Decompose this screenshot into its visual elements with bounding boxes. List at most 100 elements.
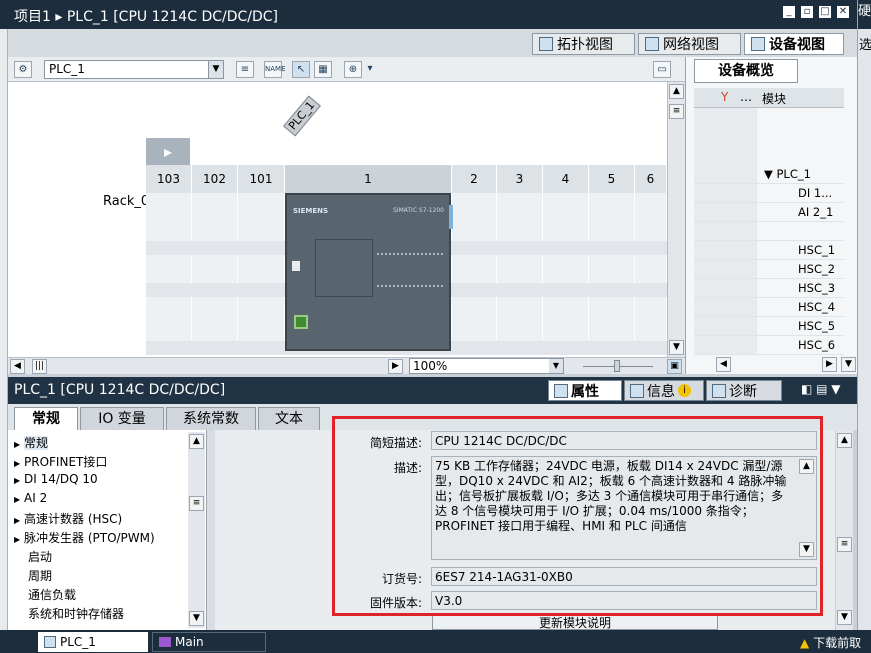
expand-icon[interactable]: ▶ bbox=[14, 440, 24, 449]
editor-tab-main[interactable]: Main bbox=[152, 632, 266, 652]
module-name: HSC_1 bbox=[798, 243, 836, 257]
panel-layout-icon[interactable]: ◧ ▤ ▼ bbox=[801, 382, 841, 396]
scroll-menu-icon[interactable]: ≡ bbox=[669, 104, 684, 119]
chevron-down-icon[interactable]: ▼ bbox=[549, 359, 563, 373]
nav-item-cycle[interactable]: 周期 bbox=[28, 567, 52, 584]
zoom-slider-thumb[interactable] bbox=[614, 360, 620, 372]
zoom-icon[interactable]: ⊕ bbox=[344, 61, 362, 78]
table-row[interactable]: HSC_4 bbox=[694, 298, 844, 317]
nav-scrollbar[interactable]: ▲ ≡ ▼ bbox=[188, 432, 205, 628]
table-row[interactable]: AI 2_1 bbox=[694, 203, 844, 222]
subtab-io-tags[interactable]: IO 变量 bbox=[80, 407, 164, 431]
nav-item-profinet[interactable]: ▶ PROFINET接口 bbox=[14, 453, 107, 470]
tab-diagnostics[interactable]: 诊断 bbox=[706, 380, 782, 401]
expand-rack-arrow-icon[interactable]: ▸ bbox=[146, 138, 190, 165]
table-row[interactable]: HSC_3 bbox=[694, 279, 844, 298]
table-row[interactable]: HSC_2 bbox=[694, 260, 844, 279]
filter-icon[interactable]: Y bbox=[721, 90, 728, 104]
table-row[interactable]: HSC_1 bbox=[694, 241, 844, 260]
scroll-right-icon[interactable]: ▶ bbox=[388, 359, 403, 374]
more-columns-icon[interactable]: … bbox=[740, 90, 752, 104]
update-module-desc-button[interactable]: 更新模块说明 bbox=[432, 614, 718, 630]
canvas-vscrollbar[interactable]: ▲ ≡ ▼ bbox=[667, 82, 685, 357]
content-scrollbar[interactable]: ▲ ≡ ▼ bbox=[836, 430, 853, 630]
subtab-texts[interactable]: 文本 bbox=[258, 407, 320, 431]
expand-icon[interactable]: ▶ bbox=[14, 476, 24, 485]
maximize-icon[interactable]: □ bbox=[819, 6, 831, 18]
nav-item-hsc[interactable]: ▶ 高速计数器 (HSC) bbox=[14, 510, 122, 527]
tab-device-view[interactable]: 设备视图 bbox=[744, 33, 844, 55]
grid-icon[interactable]: ≡ bbox=[236, 61, 254, 78]
nav-item-pto-pwm[interactable]: ▶ 脉冲发生器 (PTO/PWM) bbox=[14, 529, 155, 546]
tab-topology-view[interactable]: 拓扑视图 bbox=[532, 33, 635, 55]
device-overview-tab[interactable]: 设备概览 bbox=[694, 59, 798, 83]
rack-slot[interactable] bbox=[238, 193, 285, 353]
expand-icon[interactable]: ▶ bbox=[14, 535, 24, 544]
minimize-icon[interactable]: _ bbox=[783, 6, 795, 18]
device-view-toolbar: ⚙ PLC_1 ▼ ≡ NAME ↖ ▦ ⊕ ▾ ▭ bbox=[8, 57, 685, 82]
module-name: HSC_3 bbox=[798, 281, 836, 295]
show-names-icon[interactable]: NAME bbox=[264, 61, 286, 78]
scroll-menu-icon[interactable]: ≡ bbox=[189, 496, 204, 511]
nav-item-general[interactable]: ▶ 常规 bbox=[14, 434, 49, 451]
scroll-left-icon[interactable]: ◀ bbox=[716, 357, 731, 372]
slot-header: 4 bbox=[543, 165, 589, 193]
tab-info[interactable]: 信息 i bbox=[624, 380, 704, 401]
expand-icon[interactable]: ▶ bbox=[14, 516, 24, 525]
fit-view-icon[interactable]: ▣ bbox=[667, 359, 682, 374]
editor-tab-plc1[interactable]: PLC_1 bbox=[38, 632, 148, 652]
rack-slot[interactable] bbox=[635, 193, 667, 353]
scroll-menu-icon[interactable]: ≡ bbox=[837, 537, 852, 552]
scroll-down-icon[interactable]: ▼ bbox=[669, 340, 684, 355]
scroll-up-icon[interactable]: ▲ bbox=[837, 433, 852, 448]
tab-network-view[interactable]: 网络视图 bbox=[638, 33, 741, 55]
canvas-hscrollbar[interactable]: ◀ ||| ▶ 100% ▼ ▣ bbox=[8, 357, 685, 374]
chevron-down-icon[interactable]: ▼ bbox=[208, 61, 223, 78]
scroll-down-icon[interactable]: ▼ bbox=[189, 611, 204, 626]
subtab-system-constants[interactable]: 系统常数 bbox=[166, 407, 256, 431]
nav-item-di-dq[interactable]: ▶ DI 14/DQ 10 bbox=[14, 472, 98, 486]
zoom-menu-icon[interactable]: ▾ bbox=[361, 61, 379, 78]
rack-slot[interactable] bbox=[589, 193, 635, 353]
tab-properties[interactable]: 属性 bbox=[548, 380, 622, 401]
scroll-down-icon[interactable]: ▼ bbox=[837, 610, 852, 625]
scroll-up-icon[interactable]: ▲ bbox=[189, 434, 204, 449]
scroll-left-icon[interactable]: ◀ bbox=[10, 359, 25, 374]
nav-item-comm-load[interactable]: 通信负载 bbox=[28, 586, 76, 603]
rack-slot[interactable] bbox=[497, 193, 543, 353]
scroll-thumb[interactable]: ||| bbox=[32, 359, 47, 374]
close-icon[interactable]: ✕ bbox=[837, 6, 849, 18]
scroll-down-icon[interactable]: ▼ bbox=[841, 357, 856, 372]
table-row[interactable]: DI 1... bbox=[694, 184, 844, 203]
table-icon[interactable]: ▦ bbox=[314, 61, 332, 78]
rack-slot[interactable] bbox=[192, 193, 238, 353]
subtab-general[interactable]: 常规 bbox=[14, 407, 78, 431]
rack-slot[interactable] bbox=[146, 193, 192, 353]
table-row[interactable]: HSC_6 bbox=[694, 336, 844, 355]
splitter[interactable] bbox=[207, 430, 215, 630]
status-message[interactable]: ▲ 下载前取 bbox=[800, 634, 861, 651]
nav-item-startup[interactable]: 启动 bbox=[28, 548, 52, 565]
expand-icon[interactable]: ▶ bbox=[14, 495, 24, 504]
overview-toggle-icon[interactable]: ▭ bbox=[653, 61, 671, 78]
info-badge-icon: i bbox=[678, 384, 691, 397]
scroll-up-icon[interactable]: ▲ bbox=[669, 84, 684, 99]
rack-slot[interactable] bbox=[452, 193, 497, 353]
nav-item-clock-memory[interactable]: 系统和时钟存储器 bbox=[28, 605, 124, 622]
restore-icon[interactable]: ▫ bbox=[801, 6, 813, 18]
table-row[interactable]: ▼ PLC_1 bbox=[694, 165, 844, 184]
nav-label: PROFINET接口 bbox=[24, 455, 108, 469]
rack-slot[interactable] bbox=[543, 193, 589, 353]
tab-diagnostics-label: 诊断 bbox=[729, 383, 757, 400]
zoom-level-select[interactable]: 100% ▼ bbox=[409, 358, 564, 374]
expand-icon[interactable]: ▶ bbox=[14, 459, 24, 468]
table-row[interactable]: HSC_5 bbox=[694, 317, 844, 336]
table-row[interactable] bbox=[694, 222, 844, 241]
device-select-dropdown[interactable]: PLC_1 ▼ bbox=[44, 60, 224, 79]
module-column-header: 模块 bbox=[762, 92, 787, 106]
pointer-tool-icon[interactable]: ↖ bbox=[292, 61, 310, 78]
cpu-module[interactable]: SIEMENS SIMATIC S7-1200 bbox=[285, 193, 453, 351]
device-tree-icon[interactable]: ⚙ bbox=[14, 61, 32, 78]
scroll-right-icon[interactable]: ▶ bbox=[822, 357, 837, 372]
nav-item-ai[interactable]: ▶ AI 2 bbox=[14, 491, 47, 505]
